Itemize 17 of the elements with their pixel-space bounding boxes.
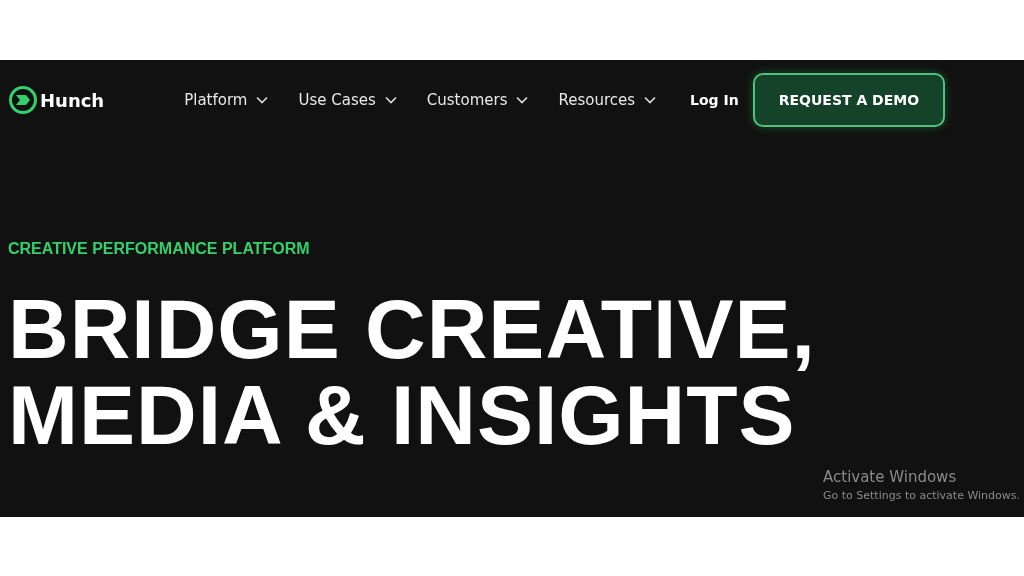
nav-menu-item[interactable]: Resources [558,91,657,109]
nav-menu-item[interactable]: Use Cases [298,91,397,109]
chevron-down-icon [256,96,269,104]
login-link[interactable]: Log In [690,92,739,108]
chevron-down-icon [644,96,657,104]
chevron-down-icon [384,96,397,104]
hero-heading-line: BRIDGE CREATIVE, [8,286,817,372]
brand-name[interactable]: Hunch [40,89,105,111]
request-demo-button[interactable]: REQUEST A DEMO [752,73,946,127]
activation-message: Go to Settings to activate Windows. [823,489,1021,502]
activation-title: Activate Windows [823,468,958,486]
nav-menu-item[interactable]: Platform [184,91,269,109]
chevron-down-icon [516,96,529,104]
logo-icon [8,85,38,115]
eyebrow-label: CREATIVE PERFORMANCE PLATFORM [8,240,311,258]
nav-menu-item[interactable]: Customers [426,91,529,109]
hero-heading-line: MEDIA & INSIGHTS [8,372,796,458]
